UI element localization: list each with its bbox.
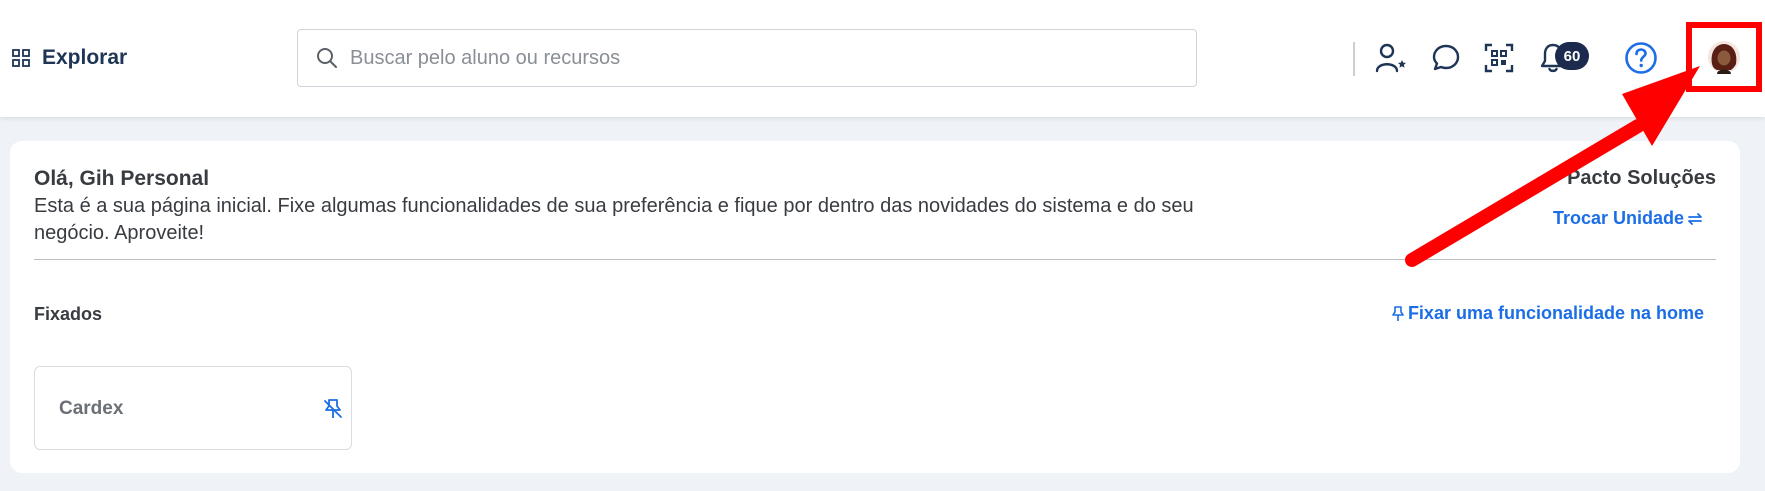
help-button[interactable]: [1623, 40, 1659, 76]
add-user-icon: [1375, 43, 1406, 73]
search-icon: [317, 48, 337, 68]
notifications-badge: 60: [1555, 42, 1589, 70]
top-header: Explorar 6: [0, 0, 1765, 117]
chat-icon: [1432, 44, 1460, 71]
greeting-title: Olá, Gih Personal: [34, 167, 210, 190]
pinned-item-label: Cardex: [59, 398, 124, 419]
chat-button[interactable]: [1428, 40, 1464, 76]
unit-name: Pacto Soluções: [1567, 167, 1716, 189]
pin-feature-label: Fixar uma funcionalidade na home: [1407, 303, 1704, 323]
grid-icon: [12, 49, 30, 67]
header-divider: [1353, 42, 1355, 76]
switch-unit-link[interactable]: Trocar Unidade: [1553, 208, 1704, 229]
pinned-item-cardex[interactable]: Cardex: [34, 366, 352, 450]
pinned-section-title: Fixados: [34, 304, 103, 324]
explore-label: Explorar: [42, 46, 128, 69]
explore-menu-button[interactable]: Explorar: [12, 46, 127, 70]
add-user-button[interactable]: [1373, 40, 1409, 76]
pin-icon: [1392, 305, 1404, 321]
unpin-icon[interactable]: [321, 397, 345, 421]
home-card: Olá, Gih Personal Esta é a sua página in…: [10, 141, 1740, 473]
greeting-text: Esta é a sua página inicial. Fixe alguma…: [34, 195, 1194, 244]
qr-code-button[interactable]: [1481, 40, 1517, 76]
search-input[interactable]: [350, 46, 1170, 70]
help-icon: [1625, 42, 1657, 74]
swap-icon: [1688, 212, 1702, 225]
user-avatar-button[interactable]: [1686, 22, 1762, 92]
pin-feature-link[interactable]: Fixar uma funcionalidade na home: [1392, 303, 1704, 324]
switch-unit-label: Trocar Unidade: [1552, 208, 1684, 228]
search-box[interactable]: [297, 29, 1197, 87]
avatar: [1708, 41, 1740, 74]
section-divider: [34, 259, 1716, 260]
qr-code-icon: [1484, 43, 1514, 73]
